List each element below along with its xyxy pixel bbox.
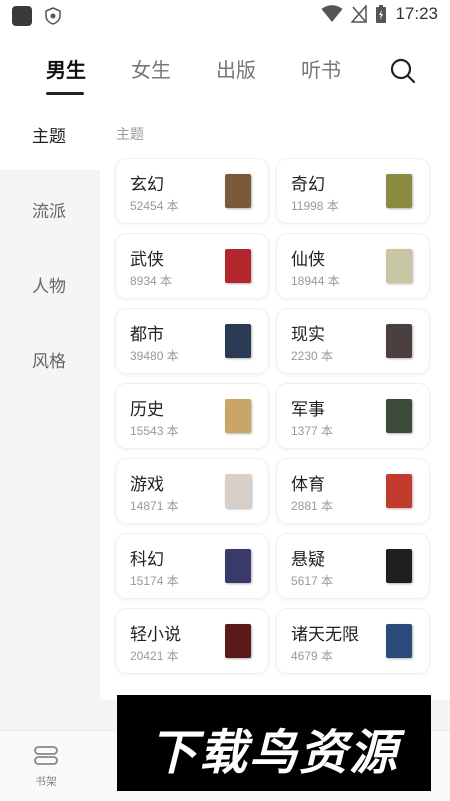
category-name: 体育 <box>291 475 325 495</box>
category-name: 游戏 <box>130 475 164 495</box>
book-cover <box>386 249 412 283</box>
category-card[interactable]: 军事 1377 本 <box>277 384 429 448</box>
category-card[interactable]: 体育 2881 本 <box>277 459 429 523</box>
book-cover <box>225 624 251 658</box>
sidebar-item-character[interactable]: 人物 <box>0 250 100 320</box>
search-icon[interactable] <box>388 56 418 86</box>
category-name: 悬疑 <box>291 550 325 570</box>
sidebar-item-label: 流派 <box>32 202 66 222</box>
book-cover <box>225 474 251 508</box>
book-cover <box>386 174 412 208</box>
book-cover <box>225 174 251 208</box>
category-name: 都市 <box>130 325 164 345</box>
sidebar-item-label: 主题 <box>32 127 66 147</box>
bookshelf-icon <box>34 746 58 765</box>
category-count: 14871 本 <box>130 499 179 513</box>
category-name: 诸天无限 <box>291 625 359 645</box>
book-cover <box>386 324 412 358</box>
sidebar-item-label: 风格 <box>32 352 66 372</box>
category-count: 2230 本 <box>291 349 334 363</box>
category-count: 2881 本 <box>291 499 334 513</box>
no-signal-icon <box>351 5 368 23</box>
status-time: 17:23 <box>395 4 438 23</box>
category-card[interactable]: 奇幻 11998 本 <box>277 159 429 223</box>
category-card[interactable]: 轻小说 20421 本 <box>116 609 268 673</box>
category-name: 轻小说 <box>130 625 181 645</box>
wifi-icon <box>321 5 343 22</box>
sidebar-item-label: 人物 <box>32 277 66 297</box>
category-count: 5617 本 <box>291 574 334 588</box>
category-name: 奇幻 <box>291 175 325 195</box>
category-name: 军事 <box>291 400 325 420</box>
bookshelf-label: 书架 <box>35 775 57 788</box>
category-name: 现实 <box>291 325 325 345</box>
category-card[interactable]: 科幻 15174 本 <box>116 534 268 598</box>
category-card[interactable]: 游戏 14871 本 <box>116 459 268 523</box>
book-cover <box>225 399 251 433</box>
active-tab-indicator <box>46 92 84 95</box>
category-sidebar: 主题 流派 人物 风格 <box>0 100 100 730</box>
category-count: 52454 本 <box>130 199 179 213</box>
sidebar-item-genre[interactable]: 流派 <box>0 175 100 245</box>
category-count: 18944 本 <box>291 274 340 288</box>
category-count: 1377 本 <box>291 424 334 438</box>
sidebar-item-theme[interactable]: 主题 <box>0 100 100 170</box>
book-cover <box>386 624 412 658</box>
battery-charging-icon <box>376 5 387 23</box>
category-card[interactable]: 现实 2230 本 <box>277 309 429 373</box>
category-count: 11998 本 <box>291 199 339 213</box>
book-cover <box>386 474 412 508</box>
category-card[interactable]: 武侠 8934 本 <box>116 234 268 298</box>
category-card[interactable]: 历史 15543 本 <box>116 384 268 448</box>
book-cover <box>225 249 251 283</box>
category-count: 20421 本 <box>130 649 179 663</box>
app-notification-icon <box>12 6 32 26</box>
tab-male[interactable]: 男生 <box>46 54 86 83</box>
bookshelf-button[interactable]: 书架 <box>26 743 66 793</box>
tab-audiobook[interactable]: 听书 <box>301 54 341 83</box>
category-name: 科幻 <box>130 550 164 570</box>
category-panel: 主题 玄幻 52454 本 奇幻 11998 本 武侠 8934 本 仙侠 18… <box>100 100 450 700</box>
book-cover <box>225 549 251 583</box>
watermark-text: 下载鸟资源 <box>148 725 399 781</box>
status-bar: 17:23 <box>0 0 450 32</box>
category-name: 历史 <box>130 400 164 420</box>
book-cover <box>225 324 251 358</box>
sidebar-item-style[interactable]: 风格 <box>0 325 100 395</box>
category-name: 武侠 <box>130 250 164 270</box>
category-card[interactable]: 诸天无限 4679 本 <box>277 609 429 673</box>
category-card[interactable]: 都市 39480 本 <box>116 309 268 373</box>
category-card[interactable]: 悬疑 5617 本 <box>277 534 429 598</box>
category-count: 8934 本 <box>130 274 173 288</box>
category-count: 15174 本 <box>130 574 179 588</box>
category-count: 4679 本 <box>291 649 334 663</box>
shield-icon <box>45 7 61 25</box>
category-count: 39480 本 <box>130 349 179 363</box>
top-tab-bar: 男生 女生 出版 听书 <box>0 32 450 100</box>
book-cover <box>386 399 412 433</box>
category-card[interactable]: 仙侠 18944 本 <box>277 234 429 298</box>
category-name: 仙侠 <box>291 250 325 270</box>
category-name: 玄幻 <box>130 175 164 195</box>
tab-female[interactable]: 女生 <box>131 54 171 83</box>
category-count: 15543 本 <box>130 424 179 438</box>
watermark-banner: 下载鸟资源 <box>117 695 431 791</box>
section-title: 主题 <box>116 127 144 143</box>
category-card[interactable]: 玄幻 52454 本 <box>116 159 268 223</box>
book-cover <box>386 549 412 583</box>
tab-publish[interactable]: 出版 <box>216 54 256 83</box>
